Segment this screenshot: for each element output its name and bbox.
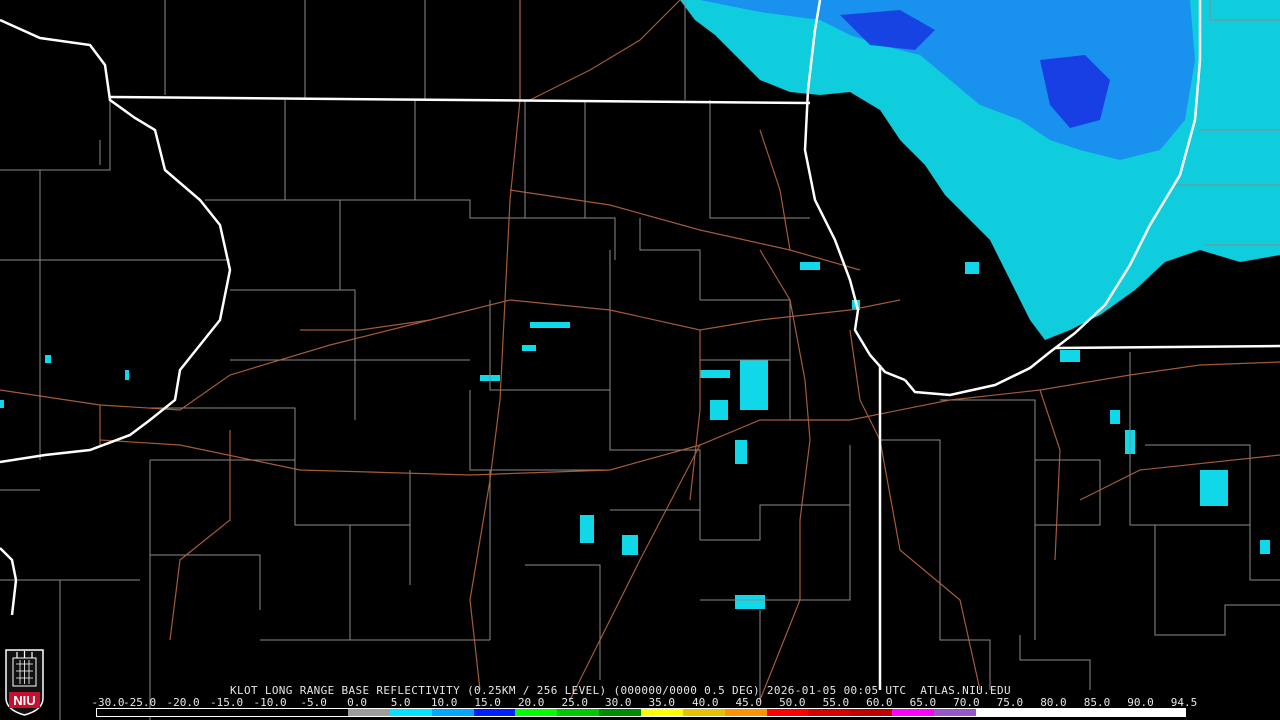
colorbar-segment: [850, 709, 893, 716]
colorbar-tick-label: 65.0: [909, 696, 937, 709]
colorbar-segment: [640, 709, 683, 716]
colorbar-tick-label: 70.0: [953, 696, 980, 709]
colorbar-segment: [1017, 709, 1060, 716]
colorbar-tick-label: 5.0: [390, 696, 411, 709]
colorbar-segment: [1059, 709, 1102, 716]
colorbar-tick-label: -30.0: [91, 696, 125, 709]
colorbar-segment: [892, 709, 934, 716]
colorbar-tick-label: -10.0: [253, 696, 287, 709]
colorbar-segment: [766, 709, 809, 716]
colorbar-segment: [389, 709, 432, 716]
colorbar-tick-label: -15.0: [209, 696, 244, 709]
colorbar-tick-label: 90.0: [1127, 696, 1154, 709]
logo-text: NIU: [13, 693, 35, 708]
colorbar-tick-label: 85.0: [1083, 696, 1111, 709]
colorbar-tick-label: 50.0: [779, 696, 806, 709]
colorbar-segment: [933, 709, 976, 716]
colorbar-tick-label: -25.0: [122, 696, 157, 709]
colorbar-tick-label: 0.0: [347, 696, 368, 709]
colorbar-segment: [1101, 709, 1144, 716]
colorbar-tick-label: 45.0: [735, 696, 763, 709]
colorbar-segment: [431, 709, 474, 716]
niu-logo: NIU: [5, 649, 44, 716]
colorbar-tick-label: -20.0: [166, 696, 200, 709]
colorbar-segment: [557, 709, 600, 716]
colorbar-tick-label: 20.0: [517, 696, 545, 709]
colorbar-segment: [682, 709, 725, 716]
product-caption: KLOT LONG RANGE BASE REFLECTIVITY (0.25K…: [230, 684, 1011, 697]
colorbar-tick-label: 15.0: [474, 696, 501, 709]
colorbar-segment: [1143, 709, 1185, 716]
radar-map: [0, 0, 1280, 720]
colorbar-segment: [264, 709, 307, 716]
colorbar-segment: [515, 709, 558, 716]
colorbar-segment: [724, 709, 767, 716]
colorbar-tick-label: 80.0: [1040, 696, 1067, 709]
colorbar-tick-label: 40.0: [692, 696, 719, 709]
colorbar-segment: [306, 709, 349, 716]
colorbar-tick-label: 30.0: [604, 696, 632, 709]
colorbar-segment: [808, 709, 851, 716]
colorbar-tick-label: 60.0: [866, 696, 893, 709]
colorbar-tick-label: -5.0: [300, 696, 327, 709]
colorbar-segment: [473, 709, 516, 716]
colorbar-tick-label: 10.0: [430, 696, 458, 709]
colorbar-tick-label: 25.0: [561, 696, 588, 709]
colorbar-tick-label: 75.0: [996, 696, 1024, 709]
colorbar-segment: [222, 709, 265, 716]
colorbar-segment: [180, 709, 223, 716]
colorbar-segment: [97, 709, 139, 716]
colorbar-tick-label: 55.0: [822, 696, 850, 709]
colorbar-tick-label: 94.5: [1170, 696, 1198, 709]
colorbar-segment: [138, 709, 181, 716]
colorbar-segment: [975, 709, 1018, 716]
colorbar-segment: [599, 709, 641, 716]
colorbar-segment: [348, 709, 390, 716]
colorbar-tick-label: 35.0: [648, 696, 676, 709]
reflectivity-colorbar: [96, 708, 1186, 717]
